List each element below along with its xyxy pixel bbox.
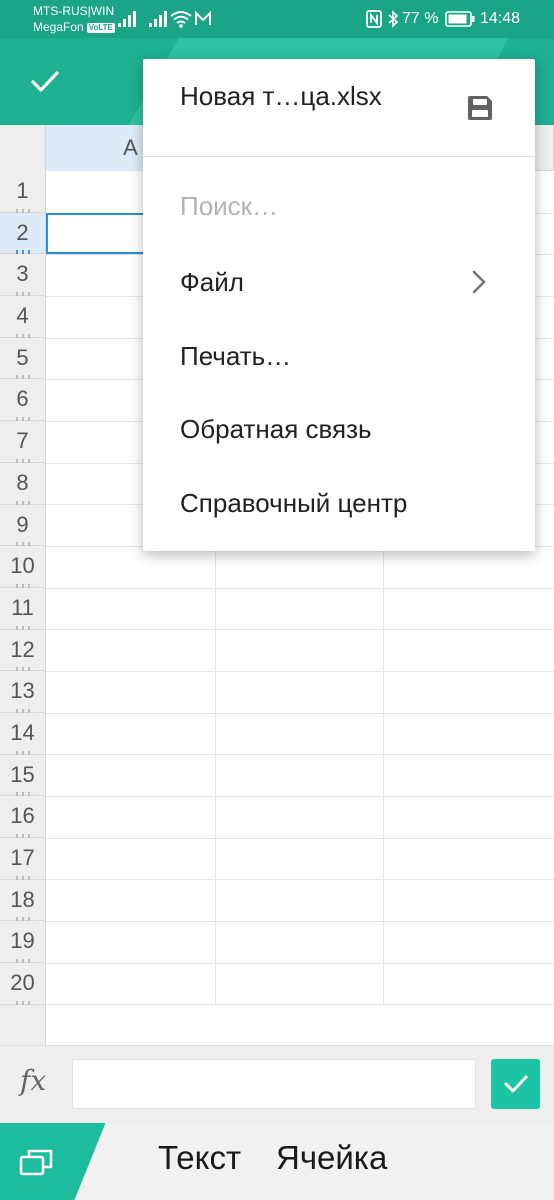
row-number: 9 [16,511,29,537]
select-all-corner[interactable] [0,125,46,171]
row-header[interactable]: 7 [0,421,46,465]
gridline [46,963,554,964]
switch-windows-button[interactable] [14,1141,60,1183]
row-number: 10 [10,553,35,579]
row-header[interactable]: 15 [0,754,46,799]
clock: 14:48 [480,10,521,27]
menu-item-feedback[interactable]: Обратная связь [143,400,535,460]
row-header[interactable]: 19 [0,921,46,966]
row-header[interactable]: 4 [0,296,46,340]
row-header[interactable]: 11 [0,587,46,632]
gridline [46,588,554,589]
tab-text[interactable]: Текст [158,1139,241,1177]
checkmark-icon [504,1075,527,1093]
checkmark-icon [31,71,59,92]
wifi-icon [170,11,192,28]
battery-icon [445,11,475,27]
menu-item-print[interactable]: Печать… [143,327,535,387]
row-header[interactable]: 17 [0,838,46,882]
formula-input[interactable] [72,1059,476,1109]
row-header[interactable]: 18 [0,879,46,924]
nfc-icon [366,10,382,28]
formula-bar: fx [0,1045,554,1123]
row-header[interactable]: 10 [0,546,46,590]
menu-item-label: Справочный центр [180,488,408,518]
status-bar: MTS-RUS|WIN MegaFon VoLTE 77 % 14:48 [0,0,554,38]
row-header[interactable]: 20 [0,963,46,1007]
row-header[interactable]: 1 [0,171,46,215]
row-number: 17 [10,845,35,870]
gridline [46,838,554,839]
gridline [46,754,554,755]
volte-badge: VoLTE [86,23,115,33]
row-header[interactable]: 16 [0,796,46,840]
row-number: 13 [10,678,35,704]
row-number: 7 [16,428,29,454]
row-number: 19 [10,928,35,954]
row-headers: 1 2 3 4 5 6 7 8 9 10 11 12 13 14 15 16 1… [0,171,46,1007]
overflow-menu: Новая т…ца.xlsx Поиск… Файл Печать… Обра… [143,59,535,551]
gridline [46,796,554,797]
row-number: 18 [10,886,35,912]
gridline [46,879,554,880]
signal-icon [118,11,136,27]
bluetooth-icon [388,10,399,28]
gridline [46,1004,554,1005]
row-number: 4 [16,303,29,329]
floppy-disk-icon [468,96,492,120]
row-number: 5 [16,344,29,370]
row-number: 14 [10,719,35,745]
row-number: 8 [16,469,29,495]
tab-cell[interactable]: Ячейка [276,1139,387,1177]
row-number: 16 [10,803,35,829]
row-number: 1 [16,178,29,203]
row-header[interactable]: 12 [0,629,46,674]
menu-item-label: Печать… [180,341,292,371]
row-header[interactable]: 3 [0,254,46,299]
document-title[interactable]: Новая т…ца.xlsx [180,81,382,112]
gridline [46,629,554,630]
row-header[interactable]: 9 [0,504,46,549]
row-header-selected[interactable]: 2 [0,212,46,257]
done-button[interactable] [20,60,70,104]
row-number: 11 [11,594,34,620]
row-number: 15 [10,761,35,787]
bottom-tab-bar: Текст Ячейка [0,1123,554,1200]
row-number: 20 [10,970,35,996]
menu-item-help-center[interactable]: Справочный центр [143,474,535,534]
row-header[interactable]: 8 [0,462,46,507]
row-number: 3 [16,261,29,287]
menu-item-label: Обратная связь [180,414,372,444]
row-header-filler [0,1005,46,1045]
menu-item-file[interactable]: Файл [143,253,535,313]
gridline [46,671,554,672]
carrier-secondary: MegaFon VoLTE [33,20,115,34]
gridline [46,921,554,922]
formula-confirm-button[interactable] [491,1059,540,1109]
carrier-secondary-label: MegaFon [33,20,84,34]
row-header[interactable]: 13 [0,671,46,715]
menu-item-label: Файл [180,267,244,297]
save-button[interactable] [461,89,499,127]
gridline [46,713,554,714]
windows-icon [19,1149,53,1176]
row-number: 6 [16,386,29,412]
carrier-primary: MTS-RUS|WIN [33,4,115,18]
row-header[interactable]: 6 [0,379,46,424]
fx-label: fx [20,1064,47,1097]
row-number: 12 [10,636,35,662]
signal-icon-secondary [149,11,167,27]
menu-search-input[interactable]: Поиск… [180,191,278,222]
row-number: 2 [16,219,29,245]
row-header[interactable]: 14 [0,712,46,757]
row-header[interactable]: 5 [0,337,46,382]
menu-divider [143,156,535,157]
battery-percentage: 77 % [402,10,439,27]
chevron-right-icon [472,270,486,294]
mail-icon [195,10,211,25]
